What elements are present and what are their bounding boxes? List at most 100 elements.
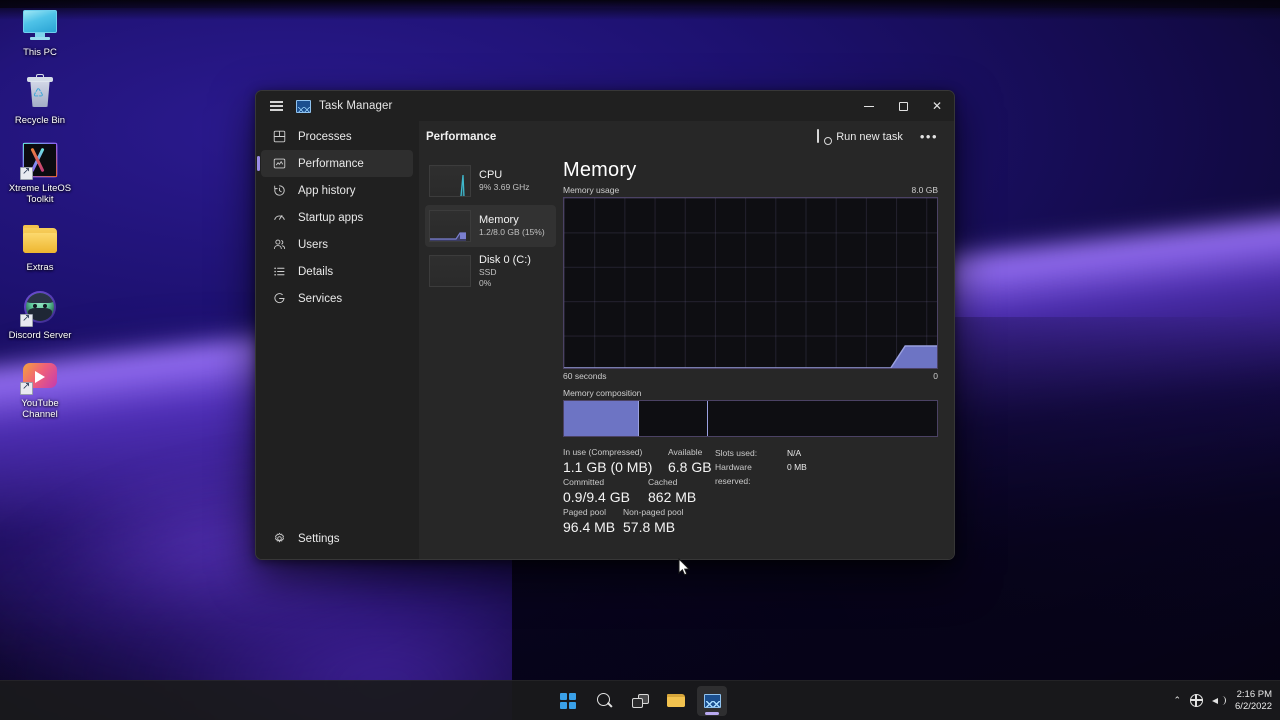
sidebar-item-users[interactable]: Users bbox=[261, 231, 413, 258]
shortcut-arrow-icon bbox=[20, 165, 33, 180]
resource-list: CPU 9% 3.69 GHz Memory 1.2/8.0 GB (15%) … bbox=[419, 152, 556, 559]
desktop-icon-recycle-bin[interactable]: ♺ Recycle Bin bbox=[5, 72, 75, 126]
folder-icon bbox=[667, 693, 685, 708]
toolbar-actions: Run new task ••• bbox=[809, 125, 945, 148]
memory-detail-panel: Memory Memory usage 8.0 GB 60 seconds 0 … bbox=[556, 152, 954, 559]
task-manager-icon bbox=[296, 99, 311, 113]
desktop-icon-label: Recycle Bin bbox=[14, 115, 66, 126]
desktop-icon-label: YouTube Channel bbox=[21, 398, 59, 420]
this-pc-icon bbox=[20, 4, 60, 44]
windows-start-icon bbox=[560, 692, 576, 709]
stat-row-3: Paged pool 96.4 MB Non-paged pool 57.8 M… bbox=[563, 506, 938, 536]
clock[interactable]: 2:16 PM 6/2/2022 bbox=[1235, 689, 1274, 713]
stat-label: Cached bbox=[648, 477, 678, 487]
resource-item-cpu[interactable]: CPU 9% 3.69 GHz bbox=[425, 160, 556, 202]
search-icon bbox=[596, 693, 612, 708]
window-title: Task Manager bbox=[319, 100, 393, 112]
network-icon[interactable] bbox=[1189, 693, 1204, 707]
graph-axis-labels: 60 seconds 0 bbox=[563, 371, 938, 381]
hamburger-icon[interactable] bbox=[256, 91, 296, 121]
stat-value: N/A bbox=[787, 448, 802, 458]
task-view-icon bbox=[631, 693, 649, 708]
sidebar-item-label: Settings bbox=[298, 532, 340, 545]
taskbar: ⌃ 2:16 PM 6/2/2022 bbox=[0, 680, 1280, 720]
window-titlebar[interactable]: Task Manager ✕ bbox=[256, 91, 954, 121]
memory-hardware-info: Slots used: N/A Hardware reserved: 0 MB bbox=[715, 446, 807, 488]
sidebar-item-label: Users bbox=[298, 238, 329, 251]
desktop-icon-label: Extras bbox=[26, 262, 54, 273]
sidebar-item-processes[interactable]: Processes bbox=[261, 123, 413, 150]
stat-label: Committed bbox=[563, 477, 605, 487]
app-history-icon bbox=[269, 183, 289, 199]
graph-caption: Memory usage 8.0 GB bbox=[563, 185, 938, 195]
shortcut-arrow-icon bbox=[20, 312, 33, 327]
axis-label-left: 60 seconds bbox=[563, 371, 607, 381]
stat-slots-used: Slots used: N/A bbox=[715, 446, 807, 460]
cpu-thumbnail-graph bbox=[429, 165, 471, 197]
desktop-icon-extras[interactable]: Extras bbox=[5, 219, 75, 273]
run-new-task-icon bbox=[817, 129, 830, 143]
sidebar-item-performance[interactable]: Performance bbox=[257, 150, 413, 177]
desktop-icon-xtreme-liteos-toolkit[interactable]: Xtreme LiteOS Toolkit bbox=[5, 140, 75, 205]
resource-item-memory[interactable]: Memory 1.2/8.0 GB (15%) bbox=[425, 205, 556, 247]
recycle-bin-icon: ♺ bbox=[20, 72, 60, 112]
sidebar-item-label: App history bbox=[298, 184, 356, 197]
stat-label: Available bbox=[668, 447, 703, 457]
file-explorer-button[interactable] bbox=[661, 686, 691, 716]
stat-value: 0 MB bbox=[787, 462, 807, 472]
stat-cached: Cached 862 MB bbox=[648, 476, 696, 506]
overflow-menu-button[interactable]: ••• bbox=[913, 125, 945, 148]
memory-usage-graph bbox=[563, 197, 938, 369]
sidebar-item-label: Processes bbox=[298, 130, 352, 143]
stat-value: 0.9/9.4 GB bbox=[563, 489, 630, 505]
desktop-icon-label: Discord Server bbox=[8, 330, 72, 341]
stat-value: 96.4 MB bbox=[563, 519, 616, 535]
clock-time: 2:16 PM bbox=[1236, 688, 1272, 700]
detail-heading: Memory bbox=[563, 159, 637, 181]
sidebar-item-app-history[interactable]: App history bbox=[261, 177, 413, 204]
stat-value: 57.8 MB bbox=[623, 519, 676, 535]
sidebar-item-startup-apps[interactable]: Startup apps bbox=[261, 204, 413, 231]
folder-icon bbox=[20, 219, 60, 259]
resource-name: Disk 0 (C:) bbox=[479, 253, 531, 266]
window-controls: ✕ bbox=[852, 91, 954, 121]
sidebar-item-services[interactable]: Services bbox=[261, 285, 413, 312]
page-title: Performance bbox=[426, 130, 497, 143]
users-icon bbox=[269, 237, 289, 253]
stat-label: Slots used: bbox=[715, 448, 758, 458]
maximize-button[interactable] bbox=[886, 91, 920, 121]
shortcut-arrow-icon bbox=[20, 380, 33, 395]
youtube-icon bbox=[20, 355, 60, 395]
sidebar-item-settings[interactable]: Settings bbox=[261, 525, 413, 552]
task-manager-window[interactable]: Task Manager ✕ Processes Performance App… bbox=[255, 90, 955, 560]
task-view-button[interactable] bbox=[625, 686, 655, 716]
search-button[interactable] bbox=[589, 686, 619, 716]
desktop-icon-discord-server[interactable]: Discord Server bbox=[5, 287, 75, 341]
minimize-button[interactable] bbox=[852, 91, 886, 121]
stat-hardware-reserved: Hardware reserved: 0 MB bbox=[715, 460, 807, 488]
services-icon bbox=[269, 291, 289, 307]
performance-icon bbox=[269, 156, 289, 172]
resource-sub: SSD bbox=[479, 266, 497, 277]
run-new-task-button[interactable]: Run new task bbox=[809, 125, 911, 148]
task-manager-button[interactable] bbox=[697, 685, 727, 716]
window-body: Processes Performance App history Startu… bbox=[256, 121, 954, 559]
sidebar-item-label: Services bbox=[298, 292, 343, 305]
resource-item-disk0[interactable]: Disk 0 (C:) SSD 0% bbox=[425, 250, 556, 292]
desktop-icon-youtube-channel[interactable]: YouTube Channel bbox=[5, 355, 75, 420]
close-button[interactable]: ✕ bbox=[920, 91, 954, 121]
desktop-icon-this-pc[interactable]: This PC bbox=[5, 4, 75, 58]
sidebar-item-details[interactable]: Details bbox=[261, 258, 413, 285]
desktop-icon-label: This PC bbox=[23, 47, 57, 58]
desktop-icon-grid: This PC ♺ Recycle Bin Xtreme LiteOS Tool… bbox=[0, 4, 80, 434]
stat-available: Available 6.8 GB bbox=[668, 446, 712, 476]
graph-plot bbox=[564, 345, 937, 368]
start-button[interactable] bbox=[553, 686, 583, 716]
composition-label: Memory composition bbox=[563, 388, 642, 398]
stat-in-use: In use (Compressed) 1.1 GB (0 MB) bbox=[563, 446, 668, 476]
system-tray: ⌃ 2:16 PM 6/2/2022 bbox=[1173, 681, 1274, 720]
stat-value: 1.1 GB (0 MB) bbox=[563, 459, 653, 475]
volume-icon[interactable] bbox=[1212, 695, 1227, 707]
startup-apps-icon bbox=[269, 210, 289, 226]
chevron-up-icon[interactable]: ⌃ bbox=[1173, 695, 1181, 706]
